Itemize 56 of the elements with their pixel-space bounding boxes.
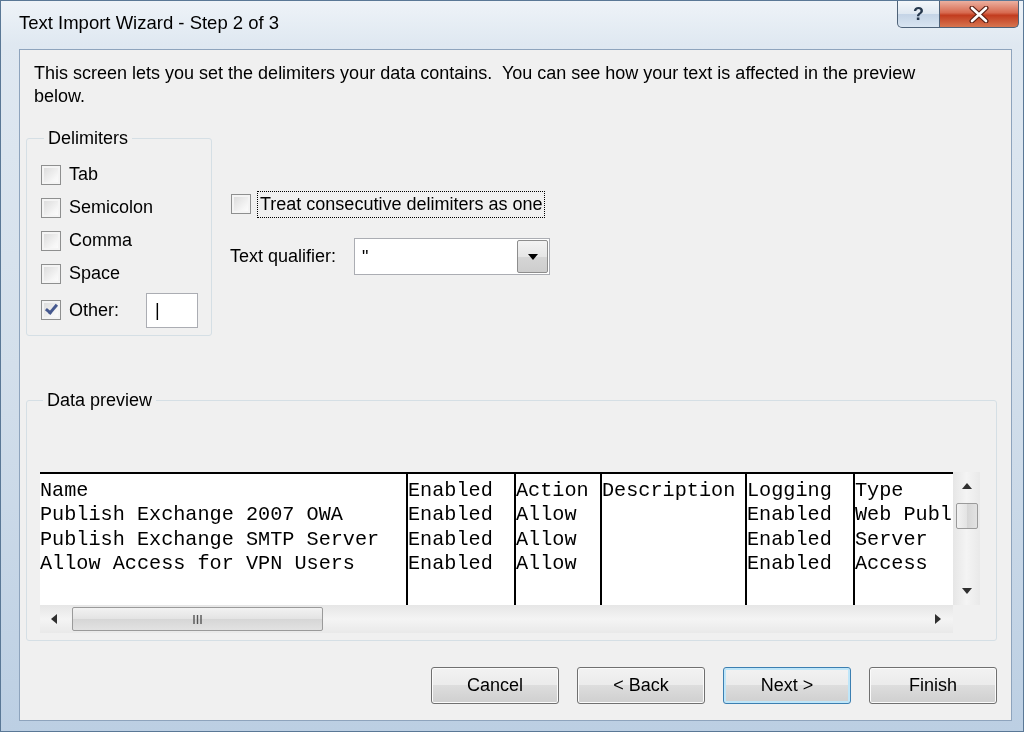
preview-cell: Name bbox=[40, 479, 89, 504]
close-button[interactable] bbox=[940, 1, 1019, 28]
checkbox[interactable] bbox=[41, 263, 61, 284]
preview-cell: Publish Exchange SMTP Server bbox=[40, 527, 380, 552]
field-label: Text qualifier: bbox=[230, 245, 337, 268]
wizard-button[interactable]: Cancel bbox=[431, 667, 559, 704]
checkbox-label[interactable]: Space bbox=[69, 262, 121, 285]
down-arrow-icon bbox=[961, 588, 972, 594]
preview-cell: Description bbox=[602, 479, 736, 504]
checkbox-label[interactable]: Other: bbox=[69, 298, 120, 322]
preview-cell: Enabled bbox=[408, 503, 493, 528]
up-arrow-icon bbox=[961, 483, 972, 489]
horizontal-scrollbar[interactable] bbox=[40, 605, 953, 633]
preview-cell: Allow bbox=[516, 503, 577, 528]
delimiter-input-field[interactable]: | bbox=[146, 292, 198, 328]
instructions-text: This screen lets you set the delimiters your data contains. You can see how your text is affected in the preview below. bbox=[33, 62, 917, 108]
checkbox[interactable] bbox=[41, 300, 61, 320]
checkbox-label[interactable]: Semicolon bbox=[69, 196, 154, 219]
preview-cell: Allow bbox=[516, 551, 577, 577]
grip-icon bbox=[193, 614, 202, 624]
checkbox[interactable] bbox=[231, 194, 251, 214]
left-arrow-icon bbox=[51, 614, 57, 624]
preview-cell: Action bbox=[516, 479, 589, 504]
preview-cell: Server bbox=[855, 527, 928, 552]
checkbox[interactable] bbox=[41, 197, 61, 218]
checkbox[interactable] bbox=[41, 164, 61, 185]
preview-cell: Enabled bbox=[747, 527, 832, 552]
preview-cell: Enabled bbox=[408, 551, 493, 577]
preview-cell: Enabled bbox=[747, 503, 832, 528]
scrollbar-thumb[interactable] bbox=[72, 607, 323, 631]
wizard-button[interactable]: Next > bbox=[723, 667, 851, 704]
checkbox-label[interactable]: Tab bbox=[69, 163, 99, 186]
dropdown-value: " bbox=[361, 245, 369, 268]
checkbox-label[interactable]: Comma bbox=[69, 229, 132, 252]
checkbox[interactable] bbox=[41, 230, 61, 251]
preview-cell: Enabled bbox=[747, 551, 832, 577]
preview-cell: Enabled bbox=[408, 527, 493, 552]
close-icon bbox=[969, 5, 989, 23]
preview-cell: Enabled bbox=[408, 479, 493, 504]
preview-cell: Access bbox=[855, 551, 928, 577]
preview-cell: Web Publ bbox=[855, 503, 952, 528]
preview-cell: Publish Exchange 2007 OWA bbox=[40, 503, 343, 528]
wizard-button[interactable]: Finish bbox=[869, 667, 997, 704]
preview-cell: Type bbox=[855, 479, 904, 504]
checkbox-label[interactable]: Treat consecutive delimiters as one bbox=[257, 190, 546, 218]
preview-cell: Logging bbox=[747, 479, 832, 504]
wizard-button[interactable]: < Back bbox=[577, 667, 705, 704]
window-title: Text Import Wizard - Step 2 of 3 bbox=[19, 11, 280, 35]
help-button[interactable]: ? bbox=[897, 1, 940, 28]
scrollbar-thumb[interactable] bbox=[955, 503, 978, 529]
preview-cell: Allow bbox=[516, 527, 577, 552]
preview-cell: Allow Access for VPN Users bbox=[40, 551, 355, 577]
dropdown-button[interactable] bbox=[517, 240, 549, 273]
right-arrow-icon bbox=[935, 614, 941, 624]
caret-down-icon bbox=[527, 253, 538, 260]
text-qualifier-dropdown[interactable]: " bbox=[354, 238, 551, 275]
